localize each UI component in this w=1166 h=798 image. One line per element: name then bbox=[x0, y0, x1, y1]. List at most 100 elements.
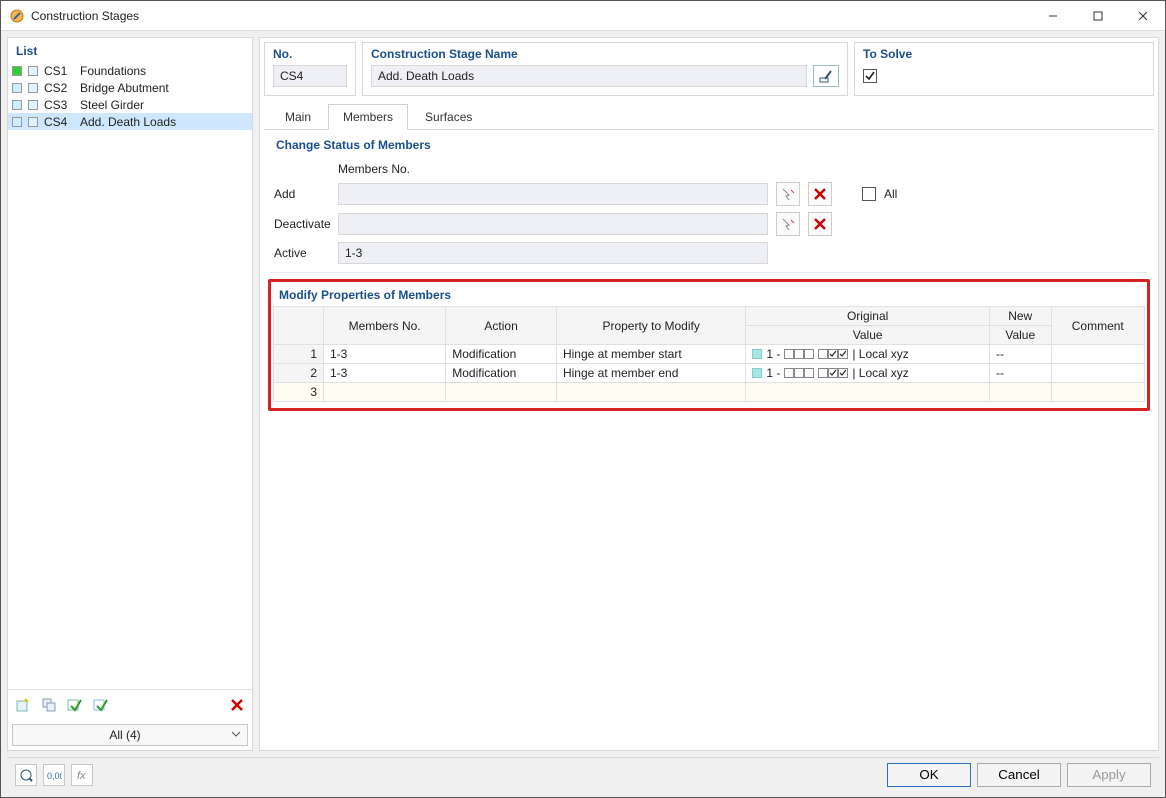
apply-button[interactable]: Apply bbox=[1067, 763, 1151, 787]
modify-properties-section: Modify Properties of Members Members No.… bbox=[268, 279, 1150, 411]
stage-code: CS1 bbox=[44, 64, 74, 78]
solve-label: To Solve bbox=[863, 45, 1145, 65]
tab-main[interactable]: Main bbox=[270, 104, 326, 129]
copy-stage-button[interactable] bbox=[38, 694, 60, 716]
cell-comment[interactable] bbox=[1051, 345, 1145, 364]
add-label: Add bbox=[270, 187, 330, 201]
stage-color-swatch bbox=[12, 117, 22, 127]
solve-box: To Solve bbox=[854, 42, 1154, 96]
stage-list-item[interactable]: CS4Add. Death Loads bbox=[8, 113, 252, 130]
stage-name: Add. Death Loads bbox=[80, 115, 176, 129]
table-row[interactable]: 11-3ModificationHinge at member start1 -… bbox=[274, 345, 1145, 364]
function-button[interactable]: fx bbox=[71, 764, 93, 786]
stage-name: Bridge Abutment bbox=[80, 81, 169, 95]
stage-list-item[interactable]: CS3Steel Girder bbox=[8, 96, 252, 113]
edit-name-button[interactable] bbox=[813, 65, 839, 87]
modify-table[interactable]: Members No. Action Property to Modify Or… bbox=[273, 306, 1145, 402]
stage-name: Foundations bbox=[80, 64, 146, 78]
orig-value-prefix: 1 - bbox=[766, 366, 780, 380]
cell-original-value[interactable] bbox=[746, 383, 990, 402]
deactivate-clear-button[interactable] bbox=[808, 212, 832, 236]
stage-secondary-swatch bbox=[28, 83, 38, 93]
dialog-body: List CS1FoundationsCS2Bridge AbutmentCS3… bbox=[1, 31, 1165, 797]
cell-original-value[interactable]: 1 - | Local xyz bbox=[746, 364, 990, 383]
cell-action[interactable]: Modification bbox=[446, 364, 557, 383]
titlebar: Construction Stages bbox=[1, 1, 1165, 31]
flag-checkbox-icon bbox=[838, 368, 848, 378]
cell-action[interactable] bbox=[446, 383, 557, 402]
minimize-button[interactable] bbox=[1030, 2, 1075, 30]
svg-text:0,00: 0,00 bbox=[47, 771, 62, 781]
no-input[interactable]: CS4 bbox=[273, 65, 347, 87]
cell-new-value[interactable]: -- bbox=[989, 345, 1051, 364]
cell-new-value[interactable]: -- bbox=[989, 364, 1051, 383]
cell-original-value[interactable]: 1 -| Local xyz bbox=[746, 345, 990, 364]
name-input[interactable]: Add. Death Loads bbox=[371, 65, 807, 87]
filter-combo[interactable]: All (4) bbox=[12, 724, 248, 746]
delete-stage-button[interactable] bbox=[226, 694, 248, 716]
new-stage-button[interactable] bbox=[12, 694, 34, 716]
close-button[interactable] bbox=[1120, 2, 1165, 30]
cell-action[interactable]: Modification bbox=[446, 345, 557, 364]
deactivate-members-input[interactable] bbox=[338, 213, 768, 235]
add-members-input[interactable] bbox=[338, 183, 768, 205]
no-box: No. CS4 bbox=[264, 42, 356, 96]
window-controls bbox=[1030, 2, 1165, 30]
tab-surfaces[interactable]: Surfaces bbox=[410, 104, 487, 129]
bottom-bar: 0,00 fx OK Cancel Apply bbox=[7, 757, 1159, 791]
stage-list-item[interactable]: CS2Bridge Abutment bbox=[8, 79, 252, 96]
all-checkbox[interactable] bbox=[862, 187, 876, 201]
stage-secondary-swatch bbox=[28, 66, 38, 76]
orig-value-suffix: | Local xyz bbox=[852, 366, 908, 380]
active-members-display: 1-3 bbox=[338, 242, 768, 264]
solve-checkbox[interactable] bbox=[863, 69, 877, 83]
cell-comment[interactable] bbox=[1051, 383, 1145, 402]
row-number: 2 bbox=[274, 364, 324, 383]
add-clear-button[interactable] bbox=[808, 182, 832, 206]
flag-checkbox-icon bbox=[784, 368, 794, 378]
ok-button[interactable]: OK bbox=[887, 763, 971, 787]
row-number: 1 bbox=[274, 345, 324, 364]
no-value: CS4 bbox=[280, 69, 303, 83]
chevron-down-icon bbox=[231, 728, 241, 742]
flag-checkbox-icon bbox=[818, 349, 828, 359]
name-value: Add. Death Loads bbox=[378, 69, 474, 83]
change-status-header: Change Status of Members bbox=[270, 134, 1148, 156]
table-row[interactable]: 21-3ModificationHinge at member end 1 - | … bbox=[274, 364, 1145, 383]
deactivate-pick-button[interactable] bbox=[776, 212, 800, 236]
list-header: List bbox=[8, 38, 252, 62]
table-row[interactable]: 3 bbox=[274, 383, 1145, 402]
cell-property[interactable] bbox=[556, 383, 745, 402]
cell-comment[interactable] bbox=[1051, 364, 1145, 383]
list-toolbar bbox=[8, 689, 252, 720]
all-label: All bbox=[884, 187, 897, 201]
flag-checkbox-icon bbox=[828, 349, 838, 359]
add-pick-button[interactable] bbox=[776, 182, 800, 206]
cell-property[interactable]: Hinge at member end bbox=[556, 364, 745, 383]
stage-code: CS3 bbox=[44, 98, 74, 112]
flag-checkbox-icon bbox=[818, 368, 828, 378]
col-members-no: Members No. bbox=[324, 307, 446, 345]
cell-members-no[interactable]: 1-3 bbox=[324, 364, 446, 383]
flag-checkbox-icon bbox=[794, 349, 804, 359]
tab-members[interactable]: Members bbox=[328, 104, 408, 130]
check-blue-button[interactable] bbox=[90, 694, 112, 716]
right-panel: No. CS4 Construction Stage Name Add. Dea… bbox=[259, 37, 1159, 751]
hinge-swatch-icon bbox=[752, 368, 762, 378]
cell-new-value[interactable] bbox=[989, 383, 1051, 402]
stage-color-swatch bbox=[12, 100, 22, 110]
change-status-section: Change Status of Members Members No. Add bbox=[270, 130, 1148, 273]
flag-checkbox-icon bbox=[828, 368, 838, 378]
cell-members-no[interactable] bbox=[324, 383, 446, 402]
stage-list[interactable]: CS1 FoundationsCS2Bridge AbutmentCS3Steel… bbox=[8, 62, 252, 689]
maximize-button[interactable] bbox=[1075, 2, 1120, 30]
col-comment: Comment bbox=[1051, 307, 1145, 345]
cell-members-no[interactable]: 1-3 bbox=[324, 345, 446, 364]
stage-list-item[interactable]: CS1 Foundations bbox=[8, 62, 252, 79]
cancel-button[interactable]: Cancel bbox=[977, 763, 1061, 787]
flag-checkbox-icon bbox=[784, 349, 794, 359]
help-button[interactable] bbox=[15, 764, 37, 786]
cell-property[interactable]: Hinge at member start bbox=[556, 345, 745, 364]
check-green-button[interactable] bbox=[64, 694, 86, 716]
units-button[interactable]: 0,00 bbox=[43, 764, 65, 786]
